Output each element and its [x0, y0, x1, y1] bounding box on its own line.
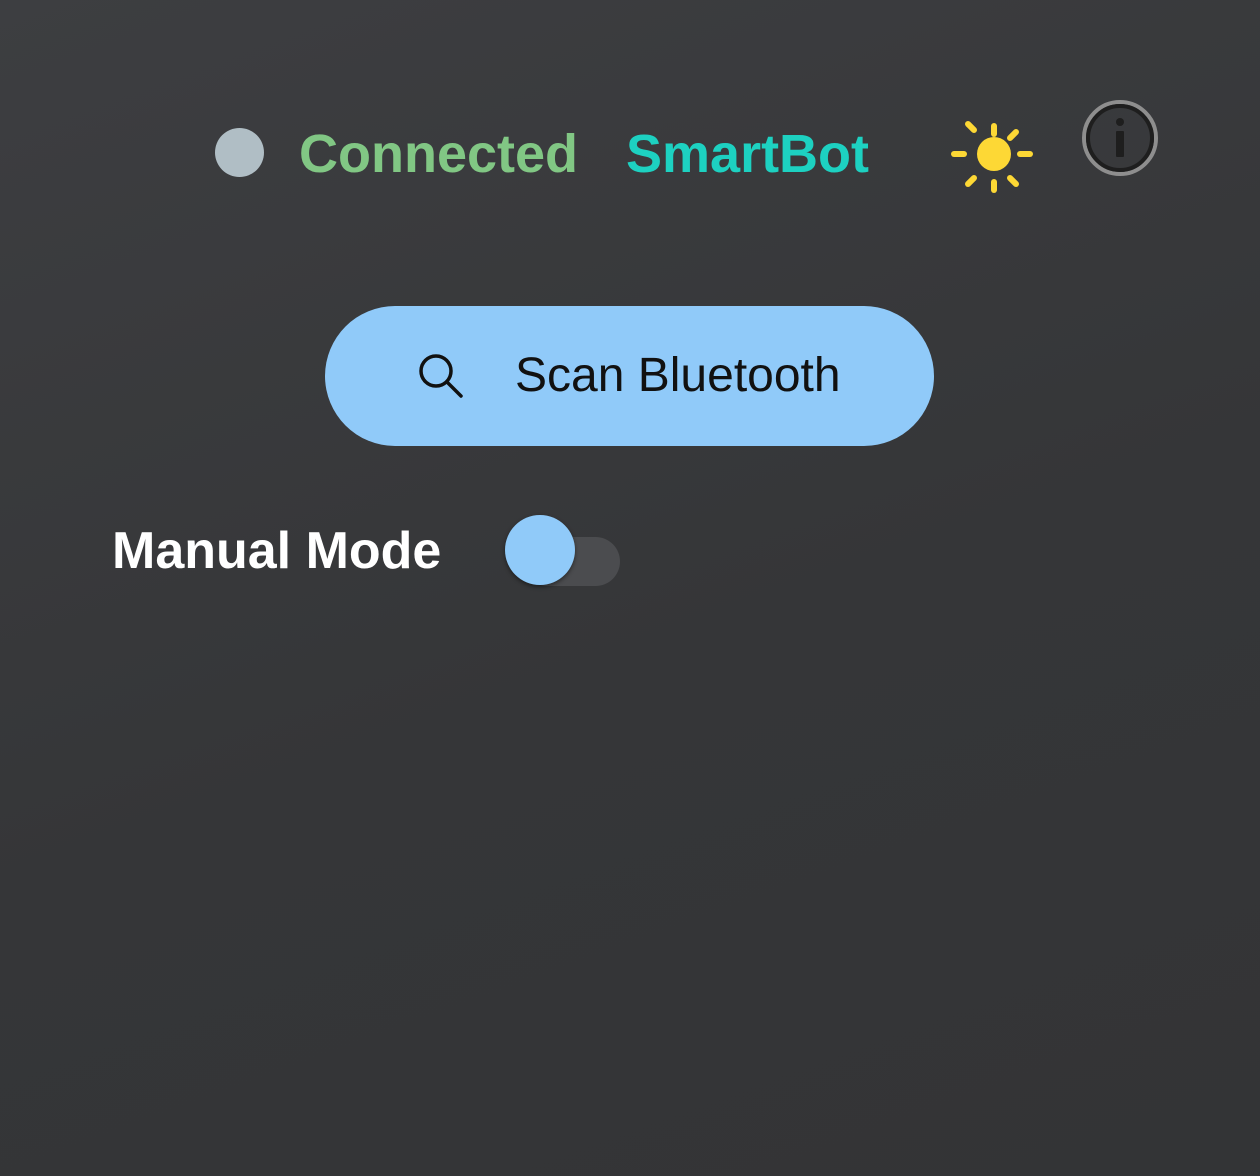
info-icon [1082, 100, 1158, 176]
scan-bluetooth-button[interactable]: Scan Bluetooth [325, 306, 934, 446]
sun-icon [951, 121, 1033, 193]
scan-bluetooth-label: Scan Bluetooth [515, 349, 841, 402]
connection-status-dot [215, 128, 264, 177]
theme-toggle-button[interactable] [948, 116, 1036, 198]
info-button[interactable] [1080, 98, 1160, 178]
manual-mode-label: Manual Mode [112, 522, 442, 580]
switch-thumb [505, 515, 575, 585]
connection-status-text: Connected [299, 124, 579, 184]
manual-mode-switch[interactable] [503, 513, 623, 586]
device-name: SmartBot [626, 124, 870, 184]
search-icon [419, 354, 463, 398]
